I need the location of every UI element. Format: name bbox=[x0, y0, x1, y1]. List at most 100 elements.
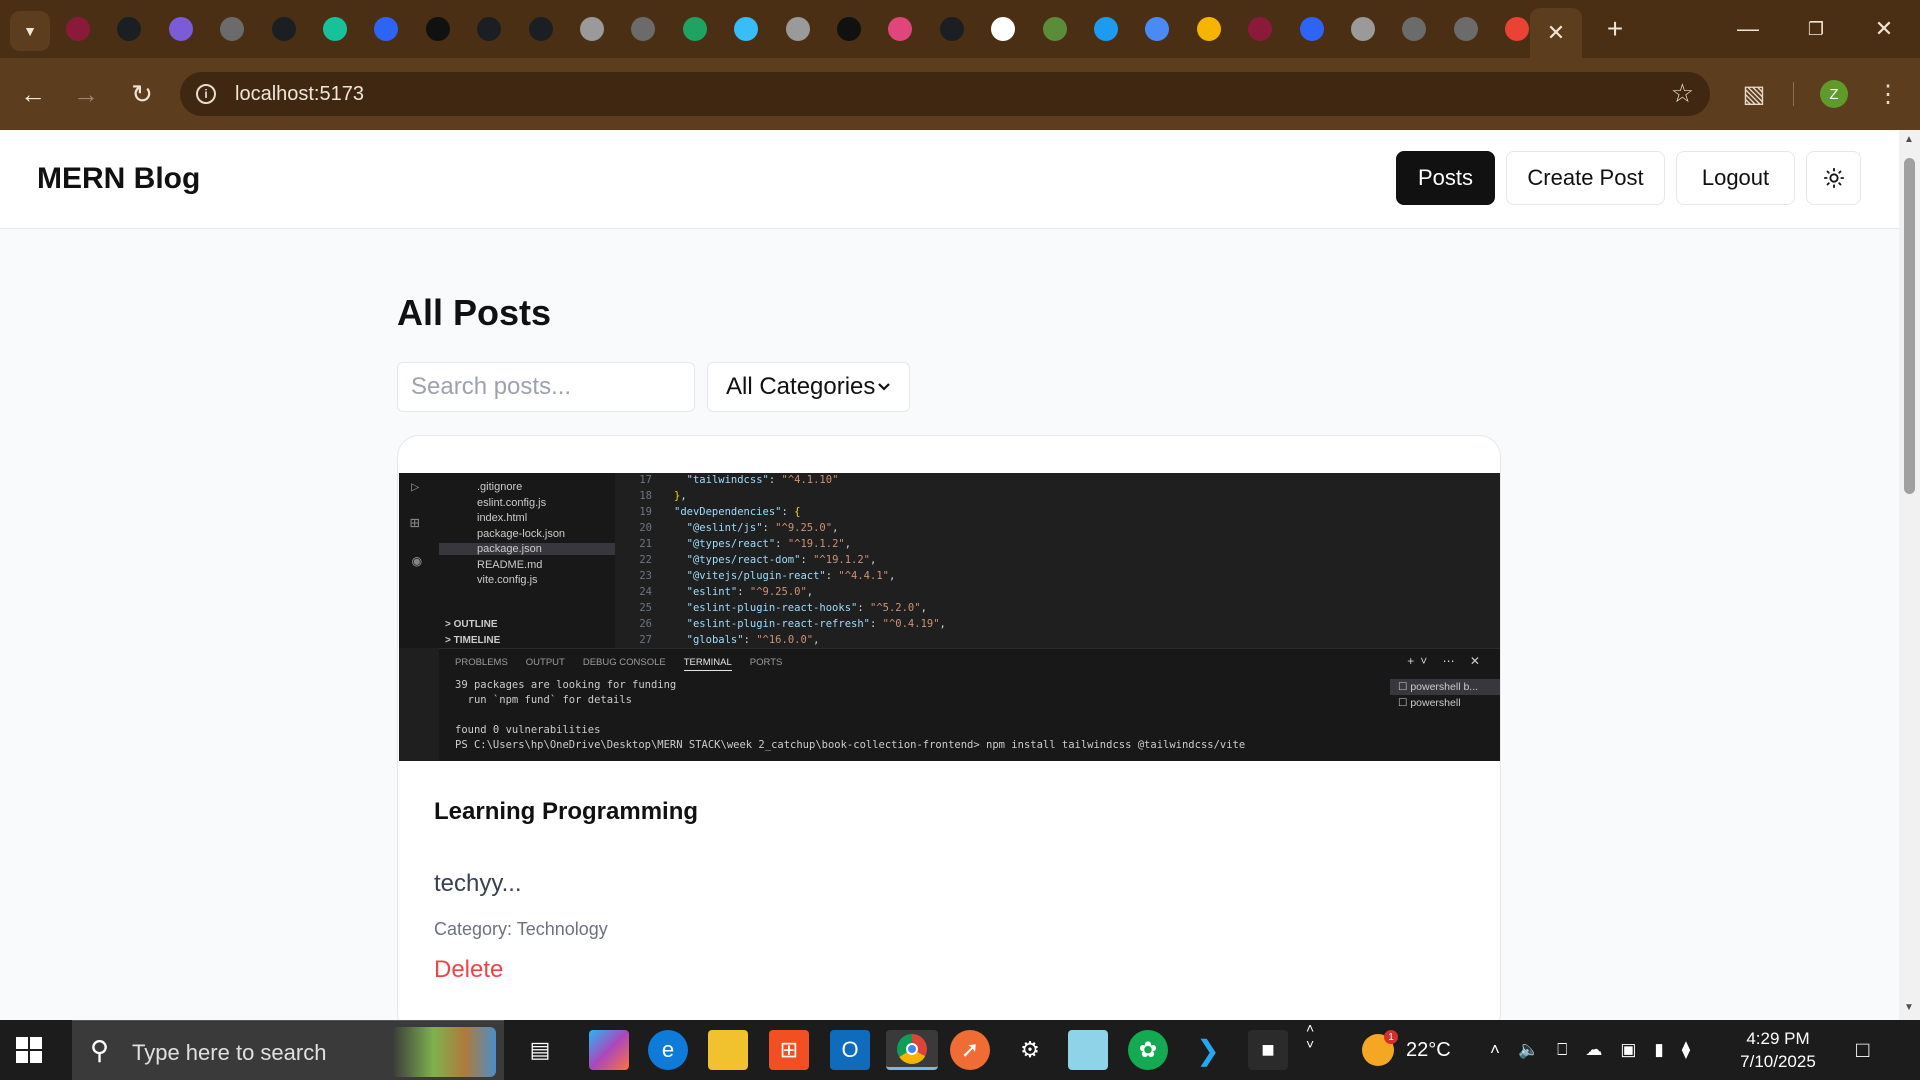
restore-icon[interactable]: ❐ bbox=[1796, 10, 1836, 48]
post-title[interactable]: Learning Programming bbox=[434, 798, 698, 826]
file-explorer-icon[interactable] bbox=[708, 1030, 748, 1070]
github-icon[interactable] bbox=[477, 17, 502, 41]
file-explorer: .gitignore eslint.config.js index.html pack… bbox=[439, 473, 615, 648]
wifi-icon[interactable]: ⧫ bbox=[1682, 1040, 1690, 1060]
letter-c-icon[interactable] bbox=[271, 17, 296, 41]
x-icon[interactable] bbox=[1094, 17, 1118, 41]
logout-button[interactable]: Logout bbox=[1676, 151, 1795, 205]
extensions-icon[interactable]: ▧ bbox=[1736, 76, 1772, 112]
sparkle-icon[interactable] bbox=[1145, 17, 1170, 41]
taskbar-search-placeholder: Type here to search bbox=[132, 1040, 327, 1065]
settings-gear-icon[interactable]: ⚙ bbox=[1010, 1030, 1050, 1070]
clock-date: 7/10/2025 bbox=[1740, 1052, 1816, 1071]
meet-icon[interactable] bbox=[682, 17, 707, 41]
panel-tab: PROBLEMS bbox=[455, 657, 508, 668]
vscode-icon[interactable]: ❯ bbox=[1188, 1030, 1228, 1070]
outlook-icon[interactable]: O bbox=[830, 1030, 870, 1070]
bookmark-star-icon[interactable]: ☆ bbox=[1671, 78, 1694, 109]
octopus-icon[interactable] bbox=[168, 17, 193, 41]
theme-toggle-button[interactable] bbox=[1806, 151, 1861, 205]
notes-app-icon[interactable] bbox=[1068, 1030, 1108, 1070]
url-text[interactable]: localhost:5173 bbox=[235, 83, 364, 106]
mongodb-compass-icon[interactable]: ✿ bbox=[1128, 1030, 1168, 1070]
copilot-icon[interactable] bbox=[589, 1030, 629, 1070]
globe-icon[interactable] bbox=[1453, 17, 1478, 41]
edge-icon[interactable]: e bbox=[648, 1030, 688, 1070]
site-info-icon[interactable]: i bbox=[196, 84, 216, 104]
github-icon[interactable] bbox=[528, 17, 553, 41]
chrome-icon[interactable] bbox=[1351, 17, 1375, 41]
terminal-app-icon[interactable]: ■ bbox=[1248, 1030, 1288, 1070]
new-tab-button[interactable]: + bbox=[1598, 12, 1632, 46]
chrome-taskbar-icon[interactable] bbox=[886, 1030, 938, 1070]
panel-controls: +˅ ⋯ ✕ bbox=[1407, 654, 1486, 668]
minimize-icon[interactable]: — bbox=[1728, 10, 1768, 48]
weather-widget[interactable]: 1 22°C bbox=[1362, 1020, 1451, 1080]
shape-icon[interactable] bbox=[888, 17, 913, 41]
delete-post-button[interactable]: Delete bbox=[434, 956, 503, 984]
explorer-file: vite.config.js bbox=[477, 574, 538, 586]
zoom-icon[interactable] bbox=[374, 17, 399, 41]
line-number: 24 bbox=[639, 586, 652, 598]
github-icon[interactable] bbox=[117, 17, 142, 41]
line-number: 19 bbox=[639, 506, 652, 518]
windows-start-icon[interactable] bbox=[16, 1037, 42, 1063]
volume-icon[interactable]: 🔈 bbox=[1518, 1040, 1539, 1060]
tailwind-icon[interactable] bbox=[734, 17, 759, 41]
taskbar-clock[interactable]: 4:29 PM 7/10/2025 bbox=[1728, 1027, 1828, 1073]
browser-menu-icon[interactable]: ⋮ bbox=[1870, 76, 1906, 112]
create-post-button[interactable]: Create Post bbox=[1506, 151, 1665, 205]
scrollbar-thumb[interactable] bbox=[1904, 158, 1915, 494]
tab-search-chevron-icon[interactable]: ▼ bbox=[10, 11, 50, 51]
openai-icon[interactable] bbox=[991, 17, 1016, 41]
task-view-icon[interactable]: ▤ bbox=[520, 1030, 560, 1070]
screen-icon[interactable]: ▣ bbox=[1620, 1040, 1636, 1060]
reload-icon[interactable]: ↻ bbox=[124, 76, 160, 112]
diamond-icon[interactable] bbox=[323, 17, 347, 41]
chrome-icon[interactable] bbox=[785, 17, 810, 41]
meet-now-icon[interactable]: ⎕ bbox=[1557, 1040, 1567, 1060]
profile-avatar[interactable]: Z bbox=[1820, 80, 1848, 108]
leaf-icon: ◉ bbox=[412, 551, 422, 570]
line-number: 21 bbox=[639, 538, 652, 550]
chrome-icon[interactable] bbox=[580, 17, 604, 41]
category-select[interactable]: All Categories bbox=[707, 362, 910, 412]
taskbar-overflow-chevron-icon[interactable]: ˄ ˅ bbox=[1306, 1020, 1314, 1080]
drive-icon[interactable] bbox=[1196, 17, 1221, 41]
notifications-icon[interactable]: □ bbox=[1856, 1020, 1869, 1080]
github-icon[interactable] bbox=[939, 17, 964, 41]
zoom-icon[interactable] bbox=[1299, 17, 1324, 41]
explorer-file: README.md bbox=[477, 558, 543, 571]
globe-icon[interactable] bbox=[220, 17, 245, 41]
search-posts-input[interactable]: Search posts... bbox=[397, 362, 695, 412]
taskbar-search[interactable]: ⚲ Type here to search bbox=[72, 1020, 504, 1080]
line-number: 26 bbox=[639, 618, 652, 630]
gmail-icon[interactable] bbox=[1505, 17, 1530, 41]
posts-button[interactable]: Posts bbox=[1396, 151, 1495, 205]
back-icon[interactable]: ← bbox=[15, 76, 51, 112]
post-card[interactable]: ▷ ⊞ ◉ .gitignore eslint.config.js index.ht… bbox=[397, 435, 1501, 1020]
app-icon[interactable] bbox=[1248, 17, 1273, 41]
scroll-up-icon[interactable]: ▲ bbox=[1904, 134, 1914, 145]
scroll-down-icon[interactable]: ▼ bbox=[1904, 1002, 1914, 1013]
signal-icon[interactable] bbox=[1042, 17, 1067, 41]
pen-icon[interactable] bbox=[837, 17, 861, 41]
show-hidden-icons-icon[interactable]: ˄ bbox=[1490, 1040, 1500, 1060]
onedrive-cloud-icon[interactable]: ☁ bbox=[1585, 1040, 1602, 1060]
forward-icon[interactable]: → bbox=[68, 76, 104, 112]
search-icon: ⚲ bbox=[90, 1035, 110, 1065]
site-brand[interactable]: MERN Blog bbox=[37, 162, 200, 196]
battery-icon[interactable]: ▮ bbox=[1654, 1040, 1663, 1060]
active-tab-close-icon[interactable]: ✕ bbox=[1530, 8, 1582, 58]
postman-icon[interactable]: ➚ bbox=[950, 1030, 990, 1070]
globe-icon[interactable] bbox=[1402, 17, 1427, 41]
pen-icon[interactable] bbox=[425, 17, 450, 41]
run-debug-icon: ▷ bbox=[411, 479, 420, 495]
app-icon[interactable] bbox=[66, 17, 90, 41]
window-close-icon[interactable]: ✕ bbox=[1864, 10, 1904, 48]
address-bar[interactable]: i localhost:5173 ☆ bbox=[180, 72, 1710, 116]
page-scrollbar[interactable]: ▲ ▼ bbox=[1899, 130, 1920, 1020]
windows-taskbar: ⚲ Type here to search ▤ e ⊞ O ➚ ⚙ ✿ ❯ ■ … bbox=[0, 1020, 1920, 1080]
microsoft-store-icon[interactable]: ⊞ bbox=[769, 1030, 809, 1070]
globe-icon[interactable] bbox=[631, 17, 656, 41]
